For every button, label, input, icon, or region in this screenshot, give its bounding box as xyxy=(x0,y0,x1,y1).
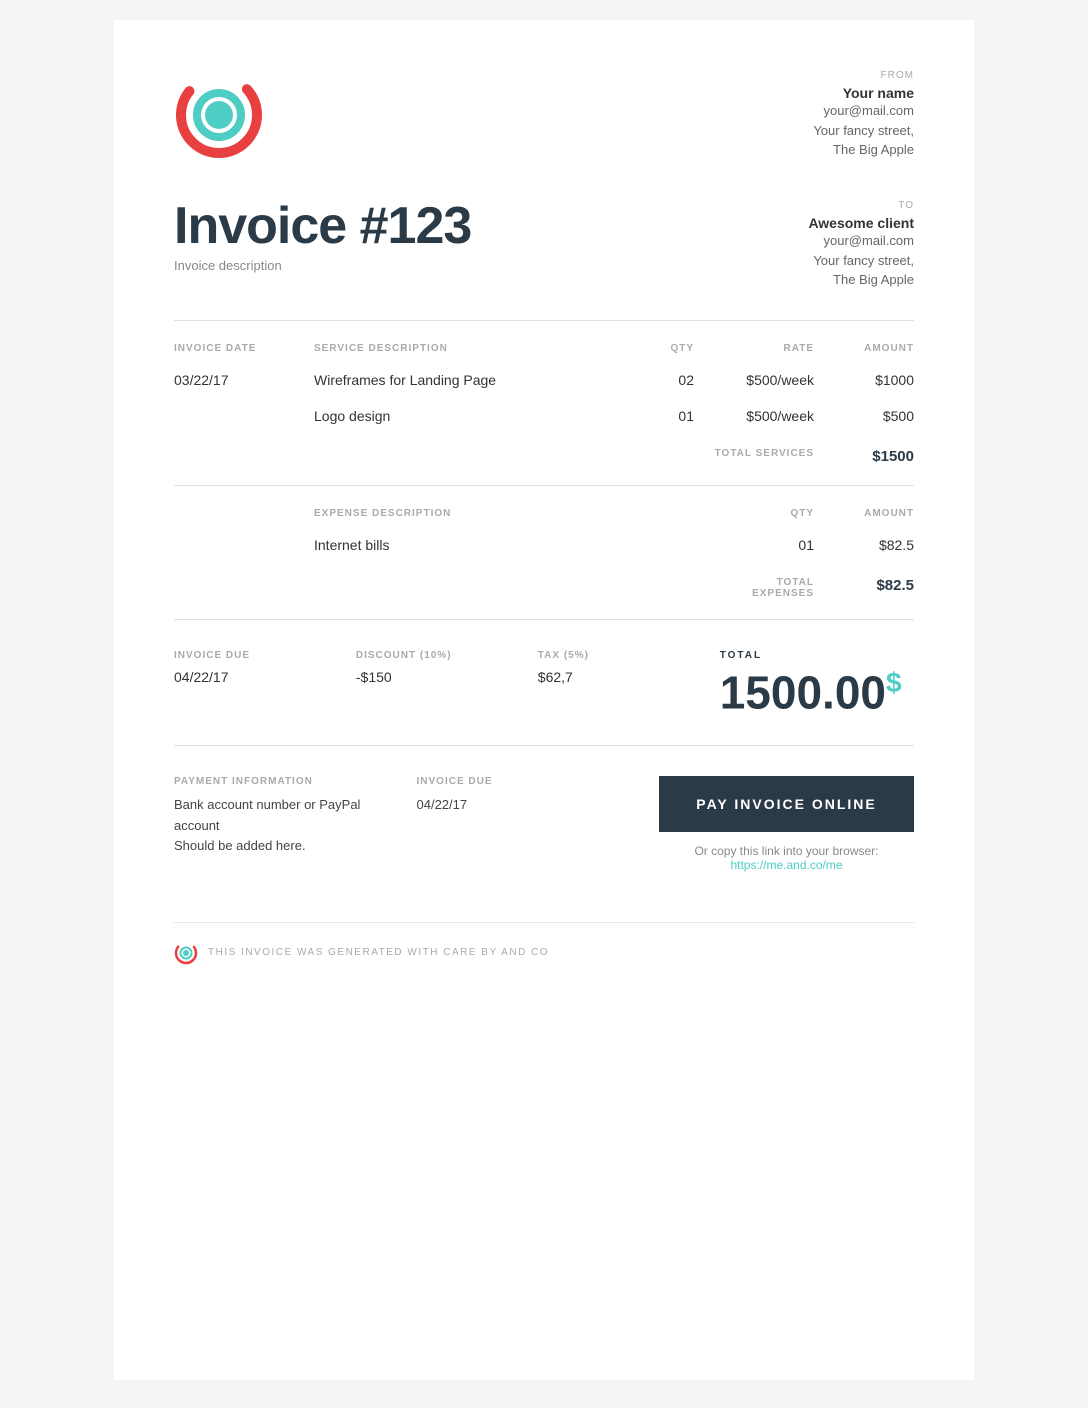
payment-info-label: PAYMENT INFORMATION xyxy=(174,776,387,787)
to-city: The Big Apple xyxy=(808,270,914,290)
from-email: your@mail.com xyxy=(813,101,914,121)
payment-invoice-due: INVOICE DUE 04/22/17 xyxy=(417,776,630,816)
from-street: Your fancy street, xyxy=(813,121,914,141)
services-divider-top xyxy=(174,320,914,321)
to-block: TO Awesome client your@mail.com Your fan… xyxy=(808,200,914,290)
to-name: Awesome client xyxy=(808,215,914,231)
col-header-service-desc: SERVICE DESCRIPTION xyxy=(314,343,614,354)
services-total-label: TOTAL SERVICES xyxy=(694,448,814,465)
payment-info-text1: Bank account number or PayPal account xyxy=(174,795,387,837)
col-header-expense-qty: QTY xyxy=(734,508,814,519)
summary-total-label: TOTAL xyxy=(720,650,914,661)
summary-invoice-due-value: 04/22/17 xyxy=(174,669,336,685)
col-header-invoice-date: INVOICE DATE xyxy=(174,343,314,354)
expenses-divider-top xyxy=(174,485,914,486)
footer-text: THIS INVOICE WAS GENERATED WITH CARE BY … xyxy=(208,947,549,958)
from-city: The Big Apple xyxy=(813,140,914,160)
service-row-1: 03/22/17 Wireframes for Landing Page 02 … xyxy=(174,362,914,398)
service-qty-1: 02 xyxy=(614,372,694,388)
col-header-expense-date-empty xyxy=(174,508,314,519)
invoice-left: Invoice #123 Invoice description xyxy=(174,200,471,273)
expenses-total-row: TOTAL EXPENSES $82.5 xyxy=(174,563,914,609)
service-row-2: Logo design 01 $500/week $500 xyxy=(174,398,914,434)
col-header-expense-desc: EXPENSE DESCRIPTION xyxy=(314,508,734,519)
summary-total: TOTAL 1500.00$ xyxy=(720,650,914,715)
summary-tax-value: $62,7 xyxy=(538,669,700,685)
services-total-row: TOTAL SERVICES $1500 xyxy=(174,434,914,475)
expense-row-1: Internet bills 01 $82.5 xyxy=(174,527,914,563)
col-header-rate: RATE xyxy=(694,343,814,354)
summary-tax: TAX (5%) $62,7 xyxy=(538,650,700,685)
expenses-total-label: TOTAL EXPENSES xyxy=(734,577,814,599)
summary-invoice-due-label: INVOICE DUE xyxy=(174,650,336,661)
total-currency: $ xyxy=(886,667,902,698)
to-street: Your fancy street, xyxy=(808,251,914,271)
service-rate-1: $500/week xyxy=(694,372,814,388)
from-name: Your name xyxy=(813,85,914,101)
service-invoice-date: 03/22/17 xyxy=(174,372,314,388)
summary-discount-value: -$150 xyxy=(356,669,518,685)
service-amount-2: $500 xyxy=(814,408,914,424)
invoice-title-section: Invoice #123 Invoice description TO Awes… xyxy=(174,200,914,290)
to-email: your@mail.com xyxy=(808,231,914,251)
summary-discount-label: DISCOUNT (10%) xyxy=(356,650,518,661)
service-amount-1: $1000 xyxy=(814,372,914,388)
service-desc-2: Logo design xyxy=(314,408,614,424)
payment-info-text2: Should be added here. xyxy=(174,836,387,857)
service-rate-2: $500/week xyxy=(694,408,814,424)
total-integer: 1500.00 xyxy=(720,666,886,718)
summary-invoice-due: INVOICE DUE 04/22/17 xyxy=(174,650,336,685)
summary-discount: DISCOUNT (10%) -$150 xyxy=(356,650,518,685)
from-label: FROM xyxy=(813,70,914,81)
invoice-header: FROM Your name your@mail.com Your fancy … xyxy=(174,70,914,160)
expenses-table-header: EXPENSE DESCRIPTION QTY AMOUNT xyxy=(174,496,914,527)
col-header-qty: QTY xyxy=(614,343,694,354)
company-logo xyxy=(174,70,264,160)
invoice-footer: THIS INVOICE WAS GENERATED WITH CARE BY … xyxy=(174,922,914,965)
from-block: FROM Your name your@mail.com Your fancy … xyxy=(813,70,914,160)
payment-section: PAYMENT INFORMATION Bank account number … xyxy=(174,745,914,892)
to-label: TO xyxy=(808,200,914,211)
expenses-table: EXPENSE DESCRIPTION QTY AMOUNT Internet … xyxy=(174,496,914,609)
footer-logo-icon xyxy=(174,941,198,965)
copy-link-text: Or copy this link into your browser: htt… xyxy=(659,844,914,872)
summary-tax-label: TAX (5%) xyxy=(538,650,700,661)
col-header-expense-amount: AMOUNT xyxy=(814,508,914,519)
invoice-page: FROM Your name your@mail.com Your fancy … xyxy=(114,20,974,1380)
expense-date-empty xyxy=(174,537,314,553)
copy-link-prefix: Or copy this link into your browser: xyxy=(694,844,878,858)
invoice-title: Invoice #123 xyxy=(174,200,471,252)
expenses-total-value: $82.5 xyxy=(814,577,914,599)
col-header-amount: AMOUNT xyxy=(814,343,914,354)
expense-desc-1: Internet bills xyxy=(314,537,734,553)
expense-amount-1: $82.5 xyxy=(814,537,914,553)
service-qty-2: 01 xyxy=(614,408,694,424)
services-table-header: INVOICE DATE SERVICE DESCRIPTION QTY RAT… xyxy=(174,331,914,362)
payment-info: PAYMENT INFORMATION Bank account number … xyxy=(174,776,387,857)
summary-total-value: 1500.00$ xyxy=(720,669,914,715)
payment-cta: PAY INVOICE ONLINE Or copy this link int… xyxy=(659,776,914,872)
invoice-description: Invoice description xyxy=(174,258,471,273)
copy-link-url[interactable]: https://me.and.co/me xyxy=(730,858,842,872)
payment-invoice-due-label: INVOICE DUE xyxy=(417,776,630,787)
service-date-empty xyxy=(174,408,314,424)
services-total-value: $1500 xyxy=(814,448,914,465)
summary-section: INVOICE DUE 04/22/17 DISCOUNT (10%) -$15… xyxy=(174,619,914,745)
payment-invoice-due-value: 04/22/17 xyxy=(417,795,630,816)
service-desc-1: Wireframes for Landing Page xyxy=(314,372,614,388)
expense-qty-1: 01 xyxy=(734,537,814,553)
services-table: INVOICE DATE SERVICE DESCRIPTION QTY RAT… xyxy=(174,331,914,475)
pay-invoice-button[interactable]: PAY INVOICE ONLINE xyxy=(659,776,914,832)
